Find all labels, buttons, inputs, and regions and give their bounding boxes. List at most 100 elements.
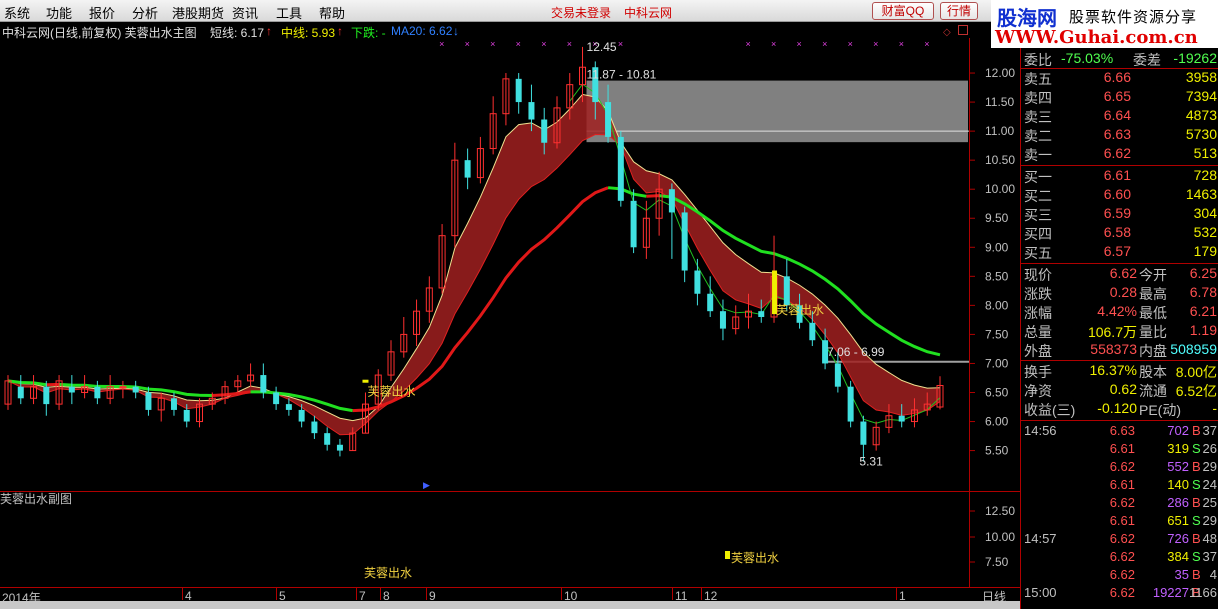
stock-name-link[interactable]: 中科云网	[624, 4, 672, 21]
ask-price: 6.64	[1103, 107, 1131, 123]
candle-body	[668, 189, 675, 213]
bid-row[interactable]: 买三 6.59 304	[1021, 205, 1218, 224]
ask-label: 卖三	[1024, 109, 1052, 125]
tick-price: 6.61	[1109, 477, 1135, 492]
menu-hk-futures[interactable]: 港股期货	[172, 3, 224, 22]
sub-signal-label: 芙蓉出水	[731, 551, 779, 565]
bid-row[interactable]: 买五 6.57 179	[1021, 243, 1218, 262]
candle-body	[809, 322, 816, 341]
short-up-arrow-icon: ↑	[266, 24, 272, 38]
stat-label: 今开	[1139, 267, 1167, 283]
signal-marker	[362, 379, 369, 383]
bid-row[interactable]: 买四 6.58 532	[1021, 224, 1218, 243]
bid-row[interactable]: 买二 6.60 1463	[1021, 186, 1218, 205]
stat-label: 现价	[1024, 267, 1052, 283]
price-axis-label: 7.00	[985, 356, 1009, 370]
menu-tools[interactable]: 工具	[276, 3, 302, 22]
menu-system[interactable]: 系统	[4, 3, 30, 22]
quote-button[interactable]: 行情	[940, 2, 978, 20]
tick-side: B	[1192, 459, 1201, 474]
price-axis-label: 9.50	[985, 211, 1009, 225]
menu-info[interactable]: 资讯	[232, 3, 258, 22]
purple-marker: ×	[541, 39, 546, 49]
tick-row: 14:57 6.62 726 B 48	[1021, 531, 1218, 549]
signal-label: 芙蓉出水	[367, 384, 415, 398]
ask-row[interactable]: 卖一 6.62 513	[1021, 145, 1218, 164]
bid-price: 6.59	[1103, 205, 1131, 221]
axis-tick	[896, 588, 897, 600]
price-axis-label: 7.50	[985, 327, 1009, 341]
candle-body	[145, 392, 152, 410]
purple-marker: ×	[439, 39, 444, 49]
tick-volume: 384	[1167, 549, 1189, 564]
bid-row[interactable]: 买一 6.61 728	[1021, 167, 1218, 186]
ask-row[interactable]: 卖五 6.66 3958	[1021, 69, 1218, 88]
tick-row: 6.61 140 S 24	[1021, 477, 1218, 495]
ratio-row: 委比 -75.03% 委差 -19262	[1021, 50, 1218, 69]
watermark-url: WWW.Guhai.com.cn	[995, 27, 1198, 48]
stat-row: 现价 6.62 今开 6.25	[1021, 265, 1218, 284]
bid-volume: 532	[1193, 224, 1217, 240]
diamond-icon[interactable]: ◇	[943, 27, 951, 38]
candle-body	[17, 386, 24, 399]
purple-marker: ×	[924, 39, 929, 49]
candle-body	[273, 392, 280, 405]
caifu-qq-button[interactable]: 财富QQ	[872, 2, 934, 20]
tick-price: 6.61	[1109, 513, 1135, 528]
candle-body	[311, 421, 318, 434]
trade-login-link[interactable]: 交易未登录	[551, 4, 611, 21]
ask-label: 卖四	[1024, 90, 1052, 106]
low-label: 5.31	[859, 455, 883, 469]
maximize-panel-icon[interactable]	[958, 25, 968, 35]
menu-help[interactable]: 帮助	[319, 3, 345, 22]
ask-row[interactable]: 卖四 6.65 7394	[1021, 88, 1218, 107]
purple-marker: ×	[490, 39, 495, 49]
candle-body	[119, 386, 127, 389]
purple-marker: ×	[771, 39, 776, 49]
candle-body	[617, 136, 624, 201]
stat-label: 量比	[1139, 324, 1167, 340]
price-axis-label: 10.50	[985, 153, 1015, 167]
bid-price: 6.58	[1103, 224, 1131, 240]
tick-count: 1166	[1189, 585, 1217, 600]
ma20-line	[607, 186, 647, 198]
stat-value: 6.62	[1109, 265, 1137, 281]
purple-marker: ×	[465, 39, 470, 49]
tick-volume: 651	[1167, 513, 1189, 528]
tick-row: 6.61 319 S 26	[1021, 441, 1218, 459]
bid-volume: 728	[1193, 167, 1217, 183]
sub-indicator-chart[interactable]: 芙蓉出水副图 12.50 10.00 7.50 芙蓉出水 芙蓉出水	[0, 491, 1020, 587]
tick-row: 6.62 384 S 37	[1021, 549, 1218, 567]
menu-analysis[interactable]: 分析	[132, 3, 158, 22]
ma20-value: MA20: 6.62	[391, 24, 453, 38]
stat-value: 6.78	[1189, 284, 1217, 300]
stat-label: 最高	[1139, 286, 1167, 302]
price-axis-label: 8.50	[985, 269, 1009, 283]
tick-count: 25	[1202, 495, 1217, 510]
bottom-tab-strip[interactable]	[0, 601, 1020, 609]
purple-marker: ×	[848, 39, 853, 49]
menu-quote[interactable]: 报价	[89, 3, 115, 22]
tick-volume: 19227	[1152, 585, 1189, 600]
stat-label: 流通	[1139, 383, 1167, 399]
purple-marker: ×	[618, 39, 623, 49]
purple-marker: ×	[745, 39, 750, 49]
main-price-chart[interactable]: 12.00 11.50 11.00 10.50 10.00 9.50 9.00 8.50 8.0…	[0, 38, 1020, 491]
bid-price: 6.61	[1103, 167, 1131, 183]
bid-price: 6.60	[1103, 186, 1131, 202]
ask-row[interactable]: 卖二 6.63 5730	[1021, 126, 1218, 145]
stat-label: 收益(三)	[1024, 402, 1076, 418]
ask-label: 卖二	[1024, 128, 1052, 144]
candle-body	[707, 293, 714, 312]
axis-tick	[380, 588, 381, 600]
stat-value: 558373	[1090, 341, 1137, 357]
candle-body	[43, 386, 50, 405]
tick-row: 14:56 6.63 702 B 37	[1021, 423, 1218, 441]
stat-row: 涨跌 0.28 最高 6.78	[1021, 284, 1218, 303]
bid-volume: 304	[1193, 205, 1217, 221]
purple-marker: ×	[516, 39, 521, 49]
axis-tick	[672, 588, 673, 600]
menu-function[interactable]: 功能	[46, 3, 72, 22]
ask-row[interactable]: 卖三 6.64 4873	[1021, 107, 1218, 126]
candle-body	[94, 386, 101, 399]
